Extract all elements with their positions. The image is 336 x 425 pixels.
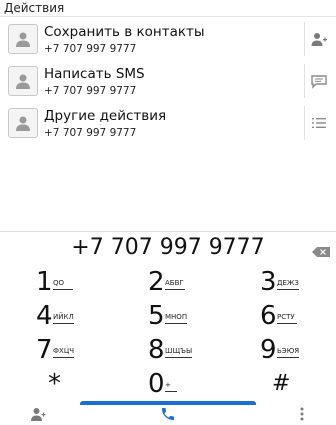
key-digit: 9: [260, 335, 277, 365]
key-letters: РСТУ: [277, 313, 297, 324]
dialer-screen: { "header": { "title": "Действия" }, "ac…: [0, 0, 336, 425]
key-digit: 8: [148, 335, 165, 365]
contacts-icon[interactable]: [30, 406, 46, 422]
row-divider: [304, 106, 305, 140]
action-title: Сохранить в контакты: [44, 24, 205, 40]
backspace-icon[interactable]: [312, 242, 330, 257]
key-digit: 7: [36, 335, 53, 365]
contact-avatar-icon: [8, 66, 38, 96]
action-other[interactable]: Другие действия +7 707 997 9777: [0, 104, 336, 144]
key-letters: АБВГ: [165, 279, 185, 290]
action-send-sms[interactable]: Написать SMS +7 707 997 9777: [0, 62, 336, 102]
actions-header: Действия: [4, 1, 65, 15]
list-icon[interactable]: [310, 114, 328, 132]
number-divider: [0, 231, 336, 232]
action-number: +7 707 997 9777: [44, 43, 137, 55]
key-digit: 1: [36, 267, 53, 297]
key-digit: 4: [36, 301, 53, 331]
key-digit: 0: [148, 369, 165, 399]
message-icon[interactable]: [310, 72, 328, 90]
key-letters: QO: [53, 279, 73, 290]
key-letters: МНОП: [165, 313, 188, 324]
key-letters: ЬЭЮЯ: [277, 347, 300, 358]
call-button-edge[interactable]: [80, 401, 256, 405]
key-digit: 3: [260, 267, 277, 297]
key-digit: 5: [148, 301, 165, 331]
action-save-contact[interactable]: Сохранить в контакты +7 707 997 9777: [0, 20, 336, 60]
row-divider: [304, 64, 305, 98]
add-contact-icon[interactable]: [310, 30, 328, 48]
dialed-number: +7 707 997 9777: [71, 235, 265, 260]
key-letters: ИЙКЛ: [53, 313, 74, 324]
phone-icon[interactable]: [160, 406, 176, 422]
action-title: Другие действия: [44, 108, 167, 124]
key-letters: ШЩЪЫ: [165, 347, 193, 358]
key-digit: 6: [260, 301, 277, 331]
action-title: Написать SMS: [44, 66, 145, 82]
key-digit: #: [272, 371, 291, 396]
action-number: +7 707 997 9777: [44, 127, 137, 139]
key-digit: 2: [148, 267, 165, 297]
row-divider: [304, 22, 305, 56]
contact-avatar-icon: [8, 108, 38, 138]
key-digit: *: [48, 369, 61, 399]
key-letters: +: [165, 381, 177, 392]
key-letters: ФХЦЧ: [53, 347, 75, 358]
more-vert-icon[interactable]: [294, 406, 310, 422]
action-number: +7 707 997 9777: [44, 85, 137, 97]
header-divider: [0, 16, 336, 17]
contact-avatar-icon: [8, 24, 38, 54]
key-letters: ДЕЖЗ: [277, 279, 299, 290]
